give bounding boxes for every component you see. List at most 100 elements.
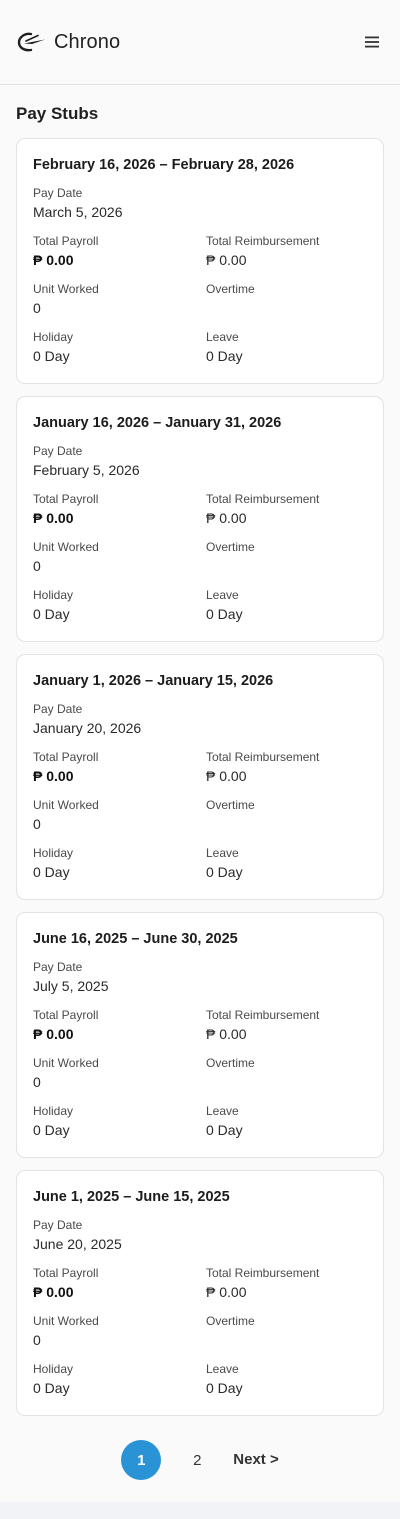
pay-date-value: June 20, 2025: [33, 1236, 122, 1252]
pay-date-field: Pay Date February 5, 2026: [33, 444, 367, 479]
total-reimbursement-label: Total Reimbursement: [206, 750, 320, 764]
leave-label: Leave: [206, 588, 239, 602]
total-reimbursement-label: Total Reimbursement: [206, 1008, 320, 1022]
pay-date-field: Pay Date June 20, 2025: [33, 1218, 367, 1253]
holiday-label: Holiday: [33, 1104, 74, 1118]
pagination: 1 2 Next >: [16, 1440, 384, 1480]
leave-value: 0 Day: [206, 1380, 243, 1396]
top-bar: Chrono: [0, 0, 400, 85]
pay-date-field: Pay Date July 5, 2025: [33, 960, 367, 995]
leave-label: Leave: [206, 1104, 239, 1118]
unit-worked-field: Unit Worked 0: [33, 798, 206, 833]
pay-stub-card[interactable]: January 1, 2026 – January 15, 2026 Pay D…: [16, 654, 384, 900]
pay-period: January 16, 2026 – January 31, 2026: [33, 415, 282, 431]
pay-stub-list: February 16, 2026 – February 28, 2026 Pa…: [16, 138, 384, 1416]
total-payroll-field: Total Payroll ₱ 0.00: [33, 1266, 206, 1301]
total-payroll-field: Total Payroll ₱ 0.00: [33, 750, 206, 785]
leave-label: Leave: [206, 846, 239, 860]
total-payroll-value: ₱ 0.00: [33, 510, 74, 526]
overtime-value: [206, 557, 367, 575]
overtime-field: Overtime: [206, 540, 367, 575]
total-reimbursement-field: Total Reimbursement ₱ 0.00: [206, 1266, 367, 1301]
leave-label: Leave: [206, 330, 239, 344]
holiday-label: Holiday: [33, 588, 74, 602]
page-button-1[interactable]: 1: [121, 1440, 162, 1480]
total-payroll-field: Total Payroll ₱ 0.00: [33, 234, 206, 269]
pay-date-value: March 5, 2026: [33, 204, 123, 220]
leave-field: Leave 0 Day: [206, 846, 367, 881]
unit-worked-value: 0: [33, 816, 41, 832]
total-reimbursement-field: Total Reimbursement ₱ 0.00: [206, 750, 367, 785]
holiday-label: Holiday: [33, 330, 74, 344]
pay-stub-card[interactable]: June 1, 2025 – June 15, 2025 Pay Date Ju…: [16, 1170, 384, 1416]
total-reimbursement-field: Total Reimbursement ₱ 0.00: [206, 492, 367, 527]
holiday-field: Holiday 0 Day: [33, 846, 206, 881]
total-payroll-label: Total Payroll: [33, 1008, 99, 1022]
unit-worked-field: Unit Worked 0: [33, 1314, 206, 1349]
main-content: Pay Stubs February 16, 2026 – February 2…: [0, 85, 400, 1480]
total-payroll-value: ₱ 0.00: [33, 1026, 74, 1042]
unit-worked-value: 0: [33, 1074, 41, 1090]
pay-stub-details: Total Payroll ₱ 0.00 Total Reimbursement…: [33, 492, 367, 623]
brand[interactable]: Chrono: [16, 30, 120, 54]
holiday-value: 0 Day: [33, 864, 70, 880]
pay-date-value: February 5, 2026: [33, 462, 140, 478]
pay-stub-card[interactable]: February 16, 2026 – February 28, 2026 Pa…: [16, 138, 384, 384]
leave-field: Leave 0 Day: [206, 330, 367, 365]
page-button-2[interactable]: 2: [177, 1440, 217, 1480]
unit-worked-label: Unit Worked: [33, 282, 99, 296]
total-reimbursement-field: Total Reimbursement ₱ 0.00: [206, 1008, 367, 1043]
hamburger-menu-icon[interactable]: [361, 31, 383, 53]
page: Chrono Pay Stubs February 16, 2026 – Feb…: [0, 0, 400, 1502]
leave-value: 0 Day: [206, 1122, 243, 1138]
overtime-label: Overtime: [206, 540, 255, 554]
leave-field: Leave 0 Day: [206, 1104, 367, 1139]
total-reimbursement-label: Total Reimbursement: [206, 1266, 320, 1280]
pay-stub-card[interactable]: January 16, 2026 – January 31, 2026 Pay …: [16, 396, 384, 642]
overtime-field: Overtime: [206, 1314, 367, 1349]
app-name: Chrono: [54, 30, 121, 53]
unit-worked-field: Unit Worked 0: [33, 282, 206, 317]
pay-stub-details: Total Payroll ₱ 0.00 Total Reimbursement…: [33, 750, 367, 881]
leave-label: Leave: [206, 1362, 239, 1376]
holiday-value: 0 Day: [33, 1122, 70, 1138]
total-payroll-field: Total Payroll ₱ 0.00: [33, 1008, 206, 1043]
overtime-label: Overtime: [206, 282, 255, 296]
pay-stub-card[interactable]: June 16, 2025 – June 30, 2025 Pay Date J…: [16, 912, 384, 1158]
pay-date-label: Pay Date: [33, 444, 83, 458]
pay-period: June 1, 2025 – June 15, 2025: [33, 1189, 230, 1205]
overtime-field: Overtime: [206, 798, 367, 833]
total-reimbursement-field: Total Reimbursement ₱ 0.00: [206, 234, 367, 269]
holiday-value: 0 Day: [33, 1380, 70, 1396]
total-reimbursement-label: Total Reimbursement: [206, 492, 320, 506]
unit-worked-label: Unit Worked: [33, 798, 99, 812]
holiday-label: Holiday: [33, 846, 74, 860]
overtime-value: [206, 1073, 367, 1091]
overtime-label: Overtime: [206, 1314, 255, 1328]
pay-date-field: Pay Date January 20, 2026: [33, 702, 367, 737]
leave-value: 0 Day: [206, 864, 243, 880]
pay-stub-details: Total Payroll ₱ 0.00 Total Reimbursement…: [33, 234, 367, 365]
pay-period: January 1, 2026 – January 15, 2026: [33, 673, 274, 689]
leave-field: Leave 0 Day: [206, 588, 367, 623]
unit-worked-field: Unit Worked 0: [33, 540, 206, 575]
total-payroll-value: ₱ 0.00: [33, 252, 74, 268]
pay-date-value: January 20, 2026: [33, 720, 142, 736]
overtime-label: Overtime: [206, 798, 255, 812]
leave-field: Leave 0 Day: [206, 1362, 367, 1397]
next-page-button[interactable]: Next >: [233, 1440, 278, 1480]
overtime-field: Overtime: [206, 1056, 367, 1091]
overtime-label: Overtime: [206, 1056, 255, 1070]
total-payroll-value: ₱ 0.00: [33, 1284, 74, 1300]
total-reimbursement-value: ₱ 0.00: [206, 510, 247, 526]
overtime-value: [206, 815, 367, 833]
total-reimbursement-value: ₱ 0.00: [206, 252, 247, 268]
pay-period: June 16, 2025 – June 30, 2025: [33, 931, 238, 947]
holiday-value: 0 Day: [33, 606, 70, 622]
total-reimbursement-value: ₱ 0.00: [206, 768, 247, 784]
total-reimbursement-label: Total Reimbursement: [206, 234, 320, 248]
overtime-field: Overtime: [206, 282, 367, 317]
total-reimbursement-value: ₱ 0.00: [206, 1026, 247, 1042]
leave-value: 0 Day: [206, 348, 243, 364]
holiday-field: Holiday 0 Day: [33, 588, 206, 623]
